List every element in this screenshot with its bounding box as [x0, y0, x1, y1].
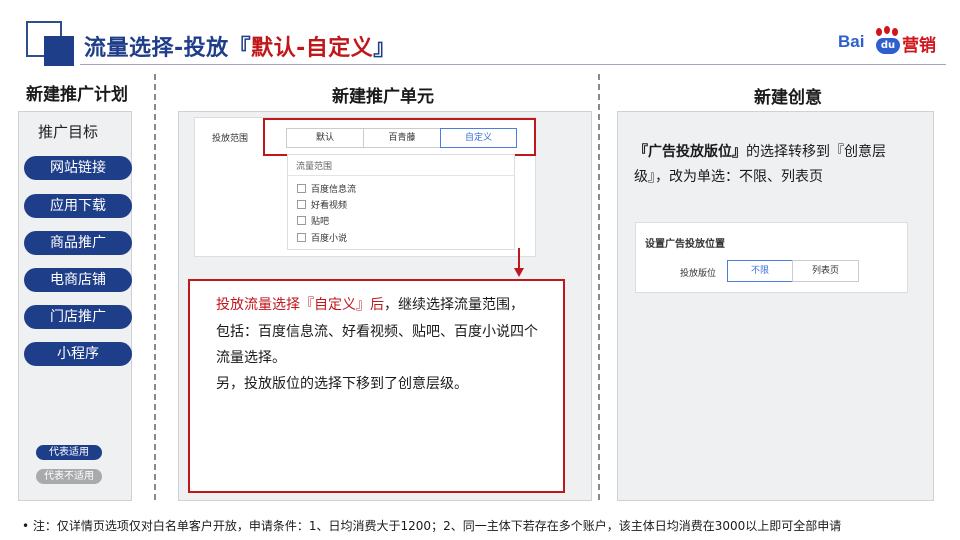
- placement-option-unlimited[interactable]: 不限: [727, 260, 793, 282]
- creative-desc-bold: 『广告投放版位』: [634, 144, 746, 160]
- column-title-creative: 新建创意: [754, 88, 822, 108]
- column-title-unit: 新建推广单元: [332, 87, 434, 107]
- placement-screenshot: [635, 222, 908, 293]
- creative-desc-rest: 的选择转移到『创意层: [746, 144, 886, 160]
- placement-field-label: 投放版位: [680, 269, 717, 279]
- checkbox-haokan-video[interactable]: [297, 200, 306, 209]
- baidu-marketing-logo: Bai du 营销: [838, 26, 938, 58]
- goal-app-download[interactable]: 应用下载: [24, 194, 132, 218]
- logo-paw-dot: [884, 26, 890, 34]
- creative-desc-line-1: 『广告投放版位』的选择转移到『创意层: [634, 141, 886, 161]
- arrow-head-icon: [514, 268, 524, 277]
- goal-mini-program[interactable]: 小程序: [24, 342, 132, 366]
- note-line-1-rest: ，继续选择流量范围，: [384, 297, 524, 313]
- arrow-down-icon: [518, 248, 520, 270]
- goal-store-promotion[interactable]: 门店推广: [24, 305, 132, 329]
- legend-not-applicable: 代表不适用: [36, 469, 102, 484]
- goal-product-promotion[interactable]: 商品推广: [24, 231, 132, 255]
- promotion-goal-heading: 推广目标: [38, 123, 99, 141]
- column-title-plan: 新建推广计划: [26, 85, 128, 105]
- checkbox-baidu-novel[interactable]: [297, 233, 306, 242]
- option-baidu-feed: 百度信息流: [311, 185, 357, 195]
- title-highlight: 默认-自定义: [251, 36, 374, 61]
- option-haokan-video: 好看视频: [311, 201, 348, 211]
- legend-applicable: 代表适用: [36, 445, 102, 460]
- goal-website-link[interactable]: 网站链接: [24, 156, 132, 180]
- logo-bai-text: Bai: [838, 32, 865, 51]
- note-line-4: 另，投放版位的选择下移到了创意层级。: [216, 376, 468, 392]
- logo-paw-dot: [876, 28, 882, 36]
- column-divider: [598, 74, 600, 500]
- page-title: 流量选择-投放『默认-自定义』: [84, 30, 396, 62]
- delivery-scope-label: 投放范围: [212, 134, 249, 144]
- title-suffix: 』: [373, 36, 396, 61]
- note-line-3: 流量选择。: [216, 350, 286, 366]
- option-baidu-novel: 百度小说: [311, 234, 348, 244]
- checkbox-baidu-feed[interactable]: [297, 184, 306, 193]
- option-tieba: 贴吧: [311, 217, 330, 227]
- note-highlight: 投放流量选择『自定义』后: [216, 297, 384, 313]
- segment-highlight-box: [263, 118, 536, 156]
- title-prefix: 流量选择-投放『: [84, 36, 252, 61]
- placement-card-title: 设置广告投放位置: [645, 239, 725, 250]
- traffic-scope-title: 流量范围: [296, 162, 333, 172]
- note-line-1: 投放流量选择『自定义』后，继续选择流量范围，: [216, 294, 524, 314]
- dropdown-divider: [287, 175, 515, 176]
- title-decoration-block: [44, 36, 74, 66]
- logo-du-text: du: [876, 38, 900, 54]
- logo-paw-dot: [892, 28, 898, 36]
- placement-option-list-page[interactable]: 列表页: [792, 260, 859, 282]
- footer-note: • 注：仅详情页选项仅对白名单客户开放，申请条件：1、日均消费大于1200；2、…: [22, 519, 842, 533]
- checkbox-tieba[interactable]: [297, 216, 306, 225]
- logo-yingxiao-text: 营销: [902, 36, 936, 56]
- goal-ecommerce-store[interactable]: 电商店铺: [24, 268, 132, 292]
- note-line-2: 包括：百度信息流、好看视频、贴吧、百度小说四个: [216, 324, 538, 340]
- title-underline: [80, 64, 946, 65]
- column-divider: [154, 74, 156, 500]
- creative-desc-line-2: 级』，改为单选：不限、列表页: [634, 169, 823, 185]
